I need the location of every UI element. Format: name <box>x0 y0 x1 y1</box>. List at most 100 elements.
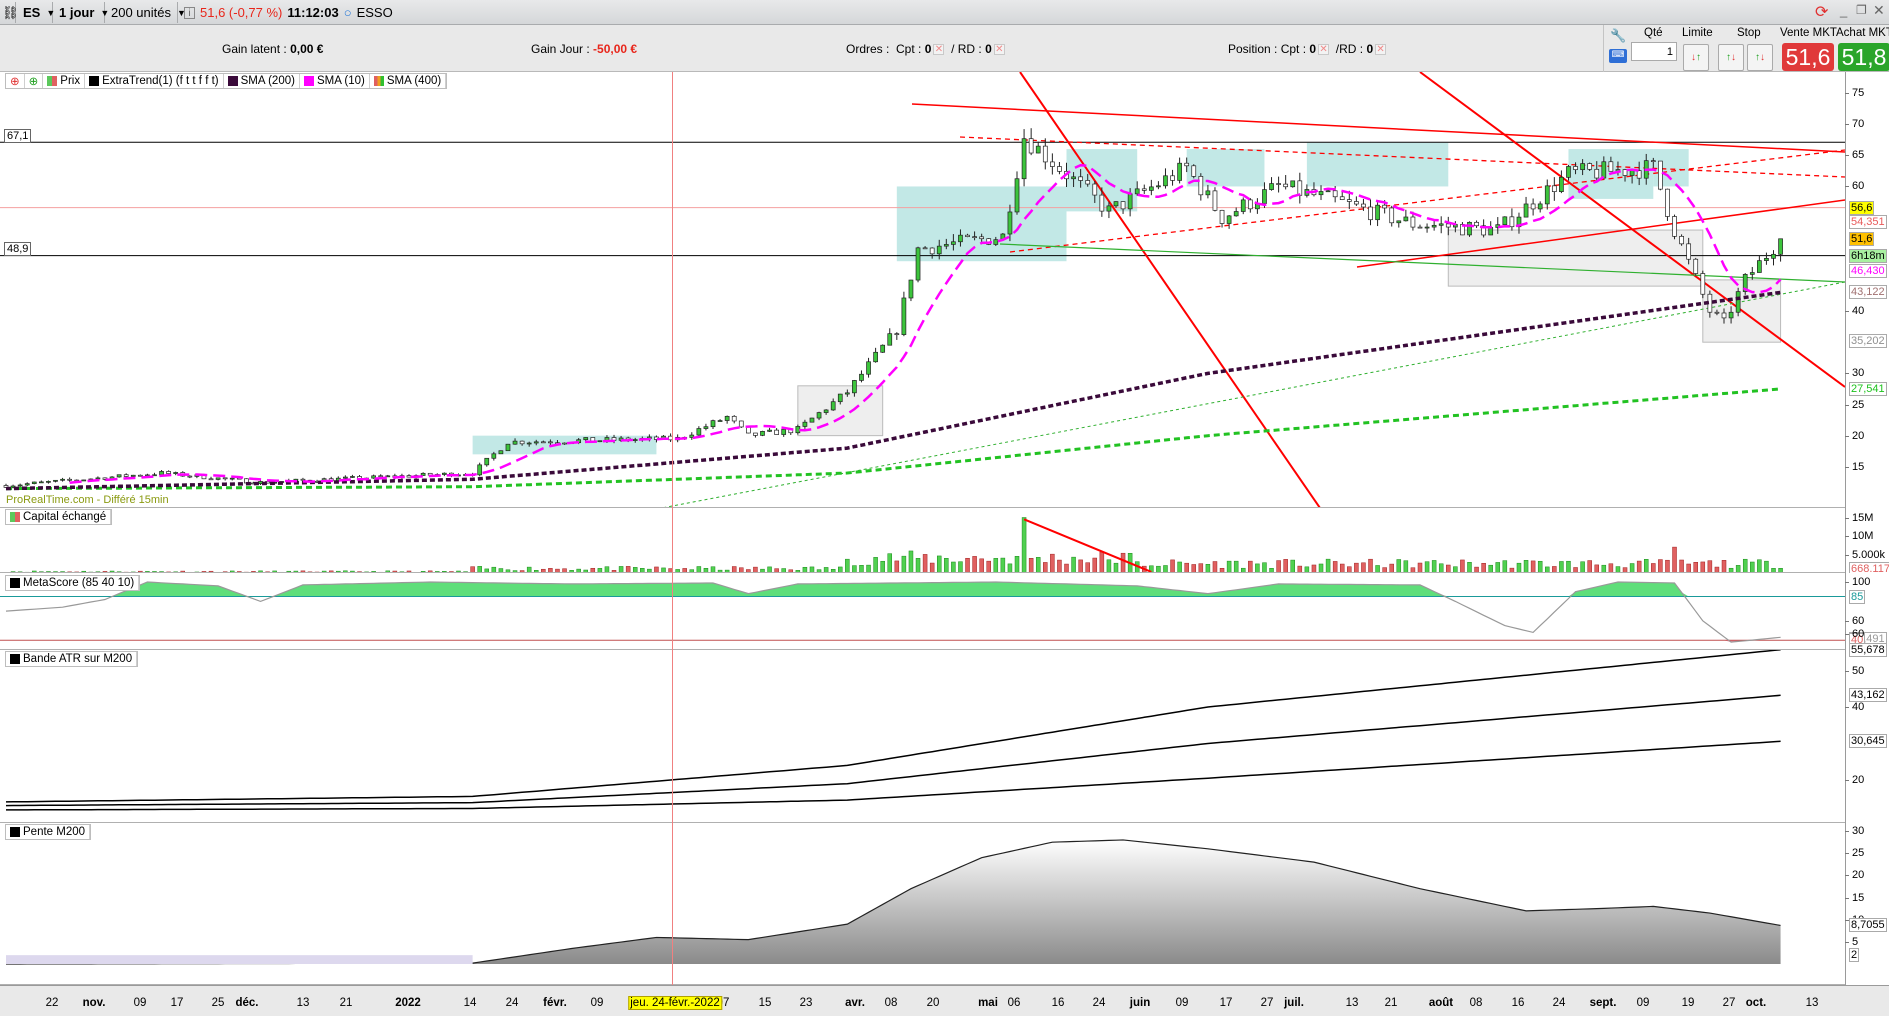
date-tick-label: 27 <box>1722 997 1736 1009</box>
candle <box>31 481 37 484</box>
date-tick-label: 23 <box>799 997 813 1009</box>
candle <box>137 474 143 477</box>
candle <box>1389 207 1395 224</box>
crosshair-cursor-line <box>672 72 673 985</box>
candle <box>562 442 567 445</box>
candle <box>993 239 999 245</box>
atr-legend[interactable]: Bande ATR sur M200 <box>5 651 139 667</box>
quote-time: 11:12:03 <box>287 5 339 20</box>
buy-market-button[interactable]: 51,8 <box>1838 43 1889 71</box>
info-icon[interactable]: i <box>184 6 195 19</box>
volume-bar <box>1693 562 1698 572</box>
date-tick-label: août <box>1428 997 1454 1009</box>
units-label: 200 unités <box>111 5 171 20</box>
candle <box>53 479 58 482</box>
axis-tick: 40 <box>1844 305 1865 318</box>
quote-change: 51,6 (-0,77 %) <box>200 5 283 20</box>
price-chart-canvas[interactable] <box>0 72 1845 508</box>
refresh-icon[interactable]: ⟳ <box>1815 2 1828 22</box>
volume-bar <box>1113 562 1119 572</box>
candle <box>816 412 822 419</box>
candle <box>915 247 921 281</box>
volume-bar <box>1601 564 1607 572</box>
candle <box>1679 235 1684 245</box>
price-axis[interactable]: 75 70 65 60 40 30 25 20 15 56,6 54,351 51,6 6h18m 46,… <box>1844 72 1889 508</box>
volume-bar <box>859 565 864 572</box>
position-label: Position : <box>1228 42 1278 56</box>
candle <box>1148 186 1154 191</box>
timeframe-dropdown[interactable]: 1 jour ▼ <box>53 2 109 23</box>
stop-sell-button[interactable]: ↑↓ <box>1747 44 1773 71</box>
candle <box>95 477 101 480</box>
stop-label: Stop <box>1737 27 1761 39</box>
restore-icon[interactable]: ❐ <box>1856 3 1867 17</box>
candle <box>1424 226 1430 229</box>
limit-order-button[interactable]: ↓↑ <box>1683 44 1709 71</box>
sell-market-button[interactable]: 51,6 <box>1782 43 1834 71</box>
candle <box>1332 190 1338 198</box>
symbol-label: ES <box>23 5 41 20</box>
cancel-orders-rd-icon[interactable]: ✕ <box>993 44 1005 56</box>
qty-input[interactable] <box>1631 42 1677 61</box>
axis-value-tag: 30,645 <box>1849 734 1887 749</box>
volume-bar <box>1721 560 1727 572</box>
pente-legend[interactable]: Pente M200 <box>5 824 92 840</box>
axis-value-tag: 6h18m <box>1849 248 1887 263</box>
keyboard-icon[interactable]: ⌨ <box>1609 49 1627 63</box>
volume-bar <box>1566 560 1571 572</box>
close-position-cpt-icon[interactable]: ✕ <box>1318 44 1330 56</box>
metascore-legend[interactable]: MetaScore (85 40 10) <box>5 575 141 591</box>
units-dropdown[interactable]: 200 unités ▼ <box>105 2 186 23</box>
date-tick-label: juin <box>1129 997 1151 1009</box>
legend-prix[interactable]: Prix <box>43 74 86 88</box>
cancel-orders-cpt-icon[interactable]: ✕ <box>933 44 945 56</box>
timeframe-label: 1 jour <box>59 5 95 20</box>
volume-legend[interactable]: Capital échangé <box>5 509 113 525</box>
atr-middle-line <box>5 694 1781 807</box>
volume-bar <box>1205 564 1211 572</box>
candle <box>1035 145 1041 154</box>
price-chart-panel[interactable]: ⊕ ⊕ Prix ExtraTrend(1) (f t t f f t) SMA… <box>0 72 1845 508</box>
atr-axis[interactable]: 60 50 40 20 55,678 43,162 30,645 <box>1844 628 1889 823</box>
link-icon[interactable]: ⛓ <box>0 2 19 23</box>
metascore-canvas <box>0 581 1845 643</box>
legend-sma400[interactable]: SMA (400) <box>370 74 447 88</box>
volume-bar <box>845 558 850 572</box>
candle <box>873 351 878 363</box>
legend-extratrend[interactable]: ExtraTrend(1) (f t t f f t) <box>85 74 224 88</box>
date-tick-label: 17 <box>1219 997 1233 1009</box>
volume-axis[interactable]: 15M 10M 5.000k 668.117 <box>1844 508 1889 576</box>
date-tick-label: juil. <box>1284 997 1304 1009</box>
candle <box>1509 216 1515 228</box>
buy-mkt-label: Achat MKT <box>1836 27 1889 39</box>
volume-bar <box>1665 559 1670 572</box>
atr-panel[interactable]: Bande ATR sur M200 <box>0 650 1845 823</box>
volume-bar <box>1389 563 1394 572</box>
remove-indicator-icon[interactable]: ⊕ <box>6 74 25 88</box>
candle <box>951 241 956 245</box>
legend-sma10[interactable]: SMA (10) <box>300 74 370 88</box>
volume-panel[interactable]: Capital échangé <box>0 508 1845 573</box>
close-position-rd-icon[interactable]: ✕ <box>1375 44 1387 56</box>
candle <box>222 477 228 480</box>
stop-buy-button[interactable]: ↑↓ <box>1718 44 1744 71</box>
close-icon[interactable]: ✕ <box>1873 2 1885 19</box>
axis-tick: 20 <box>1844 869 1865 882</box>
volume-bar <box>1651 563 1656 572</box>
pente-axis[interactable]: 302520151058,70552 <box>1844 823 1889 985</box>
metascore-panel[interactable]: MetaScore (85 40 10) <box>0 573 1845 650</box>
volume-bar <box>1431 560 1437 572</box>
minimize-icon[interactable]: _ <box>1840 3 1847 18</box>
legend-sma200[interactable]: SMA (200) <box>224 74 300 88</box>
level-label-upper: 67,1 <box>4 129 32 143</box>
candle <box>632 439 638 441</box>
date-tick-label: 20 <box>926 997 940 1009</box>
date-axis[interactable]: jeu. 24-févr.-2022 22 nov. 09 17 25 déc. 13 21 2… <box>0 985 1889 1016</box>
pente-panel[interactable]: Pente M200 <box>0 823 1845 985</box>
add-indicator-icon[interactable]: ⊕ <box>25 74 44 88</box>
candle <box>1573 166 1578 171</box>
wrench-icon[interactable]: 🔧 <box>1610 28 1626 44</box>
symbol-dropdown[interactable]: ES ▼ <box>17 2 55 23</box>
volume-bar <box>887 553 892 572</box>
candle <box>1601 161 1607 179</box>
